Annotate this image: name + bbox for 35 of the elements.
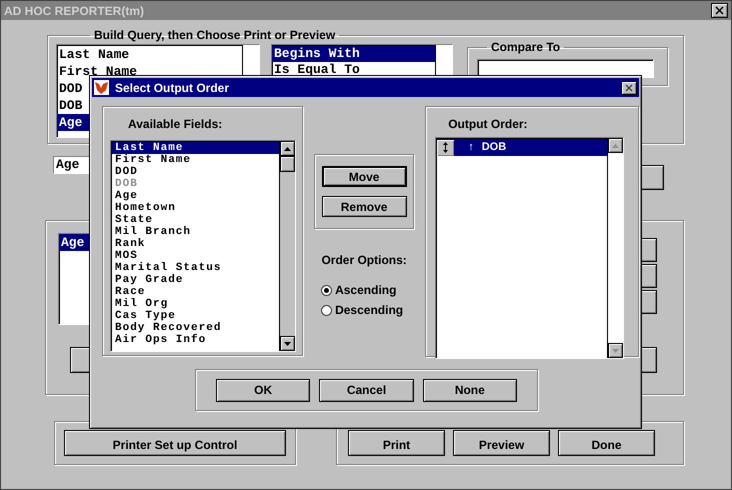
up-arrow-icon — [612, 144, 620, 148]
down-arrow-icon — [612, 348, 620, 352]
list-item[interactable]: Begins With — [272, 46, 435, 62]
close-button[interactable] — [621, 80, 637, 94]
close-button[interactable] — [711, 3, 728, 18]
radio-button[interactable] — [321, 304, 332, 316]
group-title: Build Query, then Choose Print or Preview — [93, 27, 336, 44]
list-item[interactable]: ↑ DOB — [437, 139, 608, 156]
dialog-button[interactable]: Remove — [322, 196, 407, 217]
window-title: AD HOC REPORTER(tm) — [4, 2, 144, 20]
radio-option[interactable]: Ascending — [321, 281, 404, 299]
action-button[interactable]: Print — [348, 430, 445, 456]
close-icon — [625, 84, 633, 92]
radio-option[interactable]: Descending — [321, 301, 404, 319]
close-icon — [715, 6, 724, 15]
dialog-button[interactable]: Move — [322, 166, 407, 187]
action-button[interactable]: Preview — [453, 430, 550, 456]
group-title: Order Options: — [321, 252, 407, 269]
app-icon — [94, 80, 109, 95]
dialog-title: Select Output Order — [115, 80, 230, 96]
sort-handle-icon — [443, 142, 448, 153]
radio-button[interactable] — [321, 284, 332, 296]
sort-direction: ↑ — [468, 140, 474, 156]
dialog-button[interactable]: Cancel — [319, 378, 414, 402]
group-title: Compare To — [490, 39, 562, 56]
list-item[interactable]: Last Name — [57, 46, 242, 63]
action-button[interactable]: Done — [558, 430, 655, 456]
compare-field[interactable] — [477, 58, 654, 78]
list-item[interactable]: Is Equal To — [272, 62, 435, 78]
dialog-button[interactable]: OK — [216, 378, 310, 402]
dialog-button[interactable]: None — [422, 378, 517, 402]
group-title: Output Order: — [448, 116, 529, 133]
group-title: Available Fields: — [128, 116, 224, 133]
printer-setup-button[interactable]: Printer Set up Control — [64, 430, 286, 456]
item-label: DOB — [482, 140, 506, 156]
